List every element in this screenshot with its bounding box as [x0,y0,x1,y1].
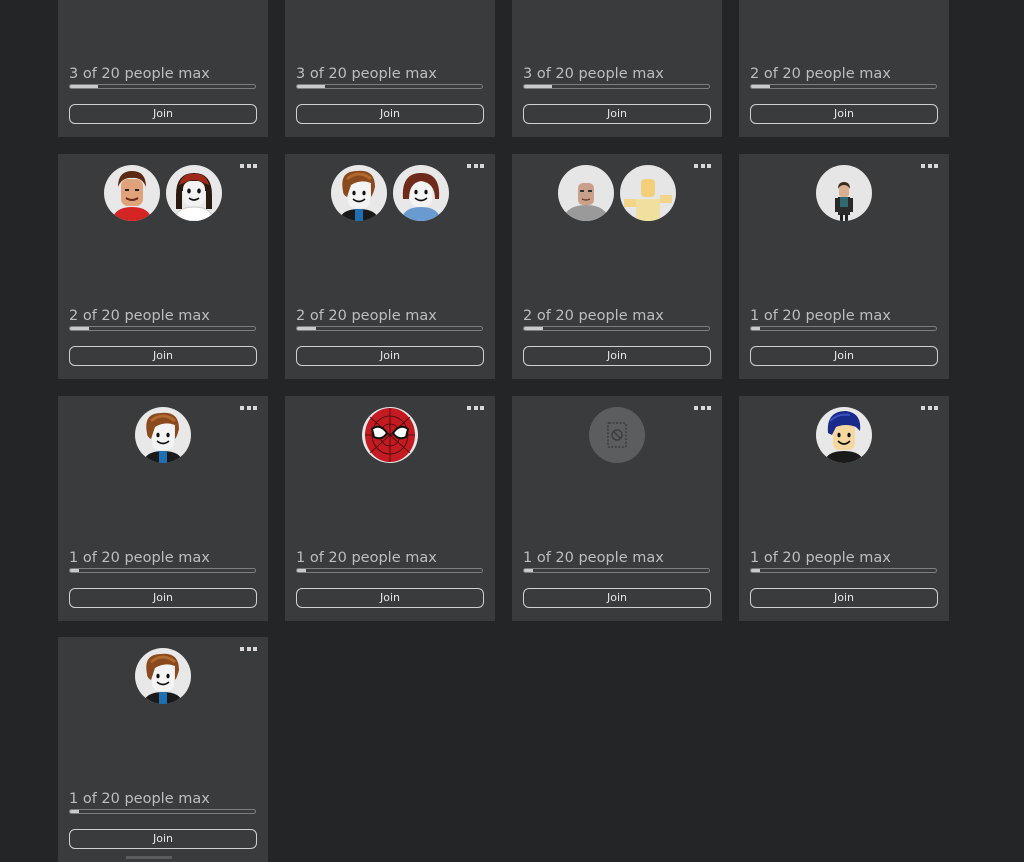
capacity-bar [750,568,937,573]
player-count-label: 3 of 20 people max [296,66,437,82]
player-count-label: 1 of 20 people max [750,308,891,324]
capacity-bar [69,809,256,814]
capacity-bar-fill [524,569,534,572]
server-card: 3 of 20 people max Join [512,0,722,137]
join-button[interactable]: Join [750,104,938,124]
server-card: 1 of 20 people max Join [58,637,268,862]
avatar-brown-hair-bacon[interactable] [331,165,387,221]
capacity-bar-fill [297,327,316,330]
join-button[interactable]: Join [296,588,484,608]
avatar-brown-hair-bacon[interactable] [135,648,191,704]
server-card: 3 of 20 people max Join [58,0,268,137]
join-button[interactable]: Join [69,588,257,608]
capacity-bar [750,326,937,331]
server-card: 2 of 20 people max Join [739,0,949,137]
capacity-bar [296,84,483,89]
join-button[interactable]: Join [523,104,711,124]
player-avatars [512,407,722,463]
capacity-bar-fill [297,85,325,88]
server-card: 1 of 20 people max Join [58,396,268,621]
server-card: 2 of 20 people max Join [58,154,268,379]
capacity-bar [523,84,710,89]
capacity-bar [296,326,483,331]
capacity-bar [69,326,256,331]
player-avatars [739,407,949,463]
player-count-label: 1 of 20 people max [296,550,437,566]
avatar-blue-hair-smile[interactable] [816,407,872,463]
capacity-bar [69,84,256,89]
avatar-yellow-blocky[interactable] [620,165,676,221]
player-count-label: 1 of 20 people max [523,550,664,566]
player-avatars [285,165,495,221]
player-count-label: 1 of 20 people max [69,550,210,566]
player-count-label: 1 of 20 people max [750,550,891,566]
capacity-bar [523,326,710,331]
player-count-label: 2 of 20 people max [750,66,891,82]
player-avatars [58,407,268,463]
avatar-spiderman-mask[interactable] [362,407,418,463]
capacity-bar-fill [751,85,770,88]
join-button[interactable]: Join [523,346,711,366]
avatar-bald-grey[interactable] [558,165,614,221]
avatar-brown-hair-red-shirt[interactable] [104,165,160,221]
join-button[interactable]: Join [750,346,938,366]
capacity-bar-fill [70,327,89,330]
player-avatars [739,165,949,221]
avatar-small-figure[interactable] [816,165,872,221]
server-card: 2 of 20 people max Join [285,154,495,379]
capacity-bar-fill [70,85,98,88]
player-count-label: 2 of 20 people max [69,308,210,324]
capacity-bar-fill [297,569,307,572]
server-card: 1 of 20 people max Join [739,396,949,621]
capacity-bar-fill [751,327,761,330]
player-count-label: 3 of 20 people max [69,66,210,82]
capacity-bar-fill [524,327,543,330]
capacity-bar [523,568,710,573]
server-card: 1 of 20 people max Join [285,396,495,621]
player-count-label: 2 of 20 people max [296,308,437,324]
join-button[interactable]: Join [69,829,257,849]
player-count-label: 2 of 20 people max [523,308,664,324]
avatar-black-hair-white-face[interactable] [166,165,222,221]
capacity-bar-fill [70,810,80,813]
join-button[interactable]: Join [523,588,711,608]
player-avatars [512,165,722,221]
avatar-dark-red-hair-blue-shirt[interactable] [393,165,449,221]
capacity-bar [750,84,937,89]
server-card: 1 of 20 people max Join [739,154,949,379]
join-button[interactable]: Join [296,104,484,124]
player-avatars [285,407,495,463]
player-count-label: 3 of 20 people max [523,66,664,82]
capacity-bar [69,568,256,573]
join-button[interactable]: Join [69,346,257,366]
join-button[interactable]: Join [296,346,484,366]
avatar-brown-hair-bacon[interactable] [135,407,191,463]
capacity-bar-fill [751,569,761,572]
player-count-label: 1 of 20 people max [69,791,210,807]
player-avatars [58,648,268,704]
avatar-unavailable-placeholder[interactable] [589,407,645,463]
server-card: 3 of 20 people max Join [285,0,495,137]
join-button[interactable]: Join [69,104,257,124]
server-card: 2 of 20 people max Join [512,154,722,379]
capacity-bar [296,568,483,573]
capacity-bar-fill [524,85,552,88]
server-card: 1 of 20 people max Join [512,396,722,621]
join-button[interactable]: Join [750,588,938,608]
capacity-bar-fill [70,569,80,572]
player-avatars [58,165,268,221]
